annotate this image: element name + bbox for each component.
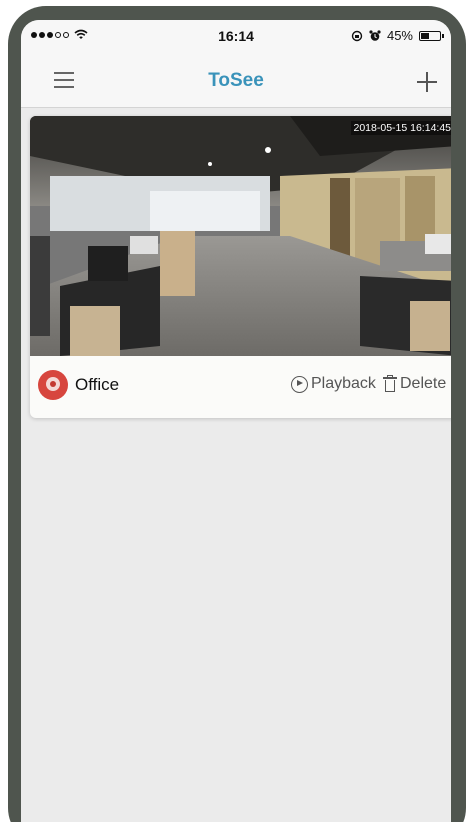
camera-device-icon — [38, 370, 68, 400]
app-title: ToSee — [208, 70, 264, 91]
playback-label: Playback — [311, 375, 376, 392]
device-card-footer: Office Playback Delete — [30, 356, 451, 418]
camera-preview[interactable]: 2018-05-15 16:14:45 — [30, 116, 451, 356]
trash-icon — [383, 375, 397, 392]
battery-icon — [419, 30, 444, 41]
status-bar: 16:14 45% — [21, 20, 451, 50]
playback-button[interactable]: Playback — [291, 375, 376, 393]
add-device-icon[interactable] — [417, 72, 437, 92]
status-right: 45% — [351, 28, 444, 43]
delete-label: Delete — [400, 375, 447, 392]
office-camera-image — [30, 116, 451, 356]
battery-percentage: 45% — [386, 28, 413, 43]
play-icon — [291, 375, 308, 393]
device-name[interactable]: Office — [75, 375, 119, 395]
orientation-lock-icon — [351, 30, 363, 41]
battery-fill — [421, 32, 430, 39]
alarm-icon — [369, 29, 381, 41]
delete-button[interactable]: Delete — [383, 375, 446, 393]
nav-bar: ToSee — [21, 50, 451, 108]
app-screen: 16:14 45% ToSee 2018-05-15 16:14:45 Offi… — [21, 20, 451, 822]
video-timestamp: 2018-05-15 16:14:45 — [350, 121, 451, 135]
device-card: 2018-05-15 16:14:45 Office Playback Dele… — [30, 116, 451, 418]
